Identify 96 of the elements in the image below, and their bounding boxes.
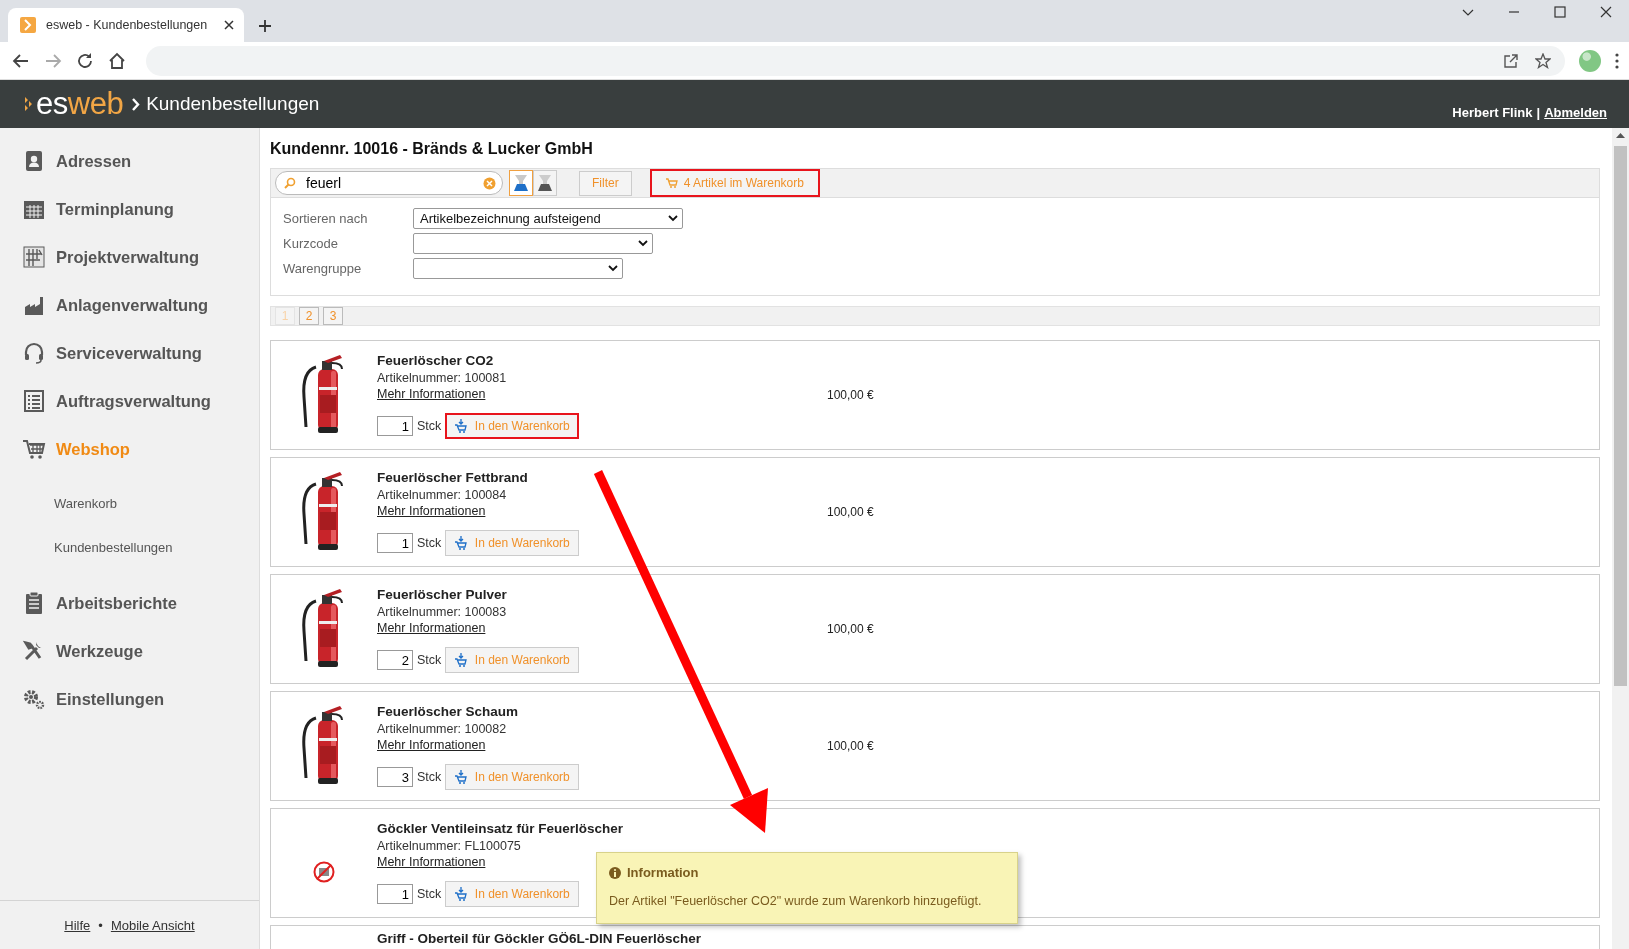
dropdown[interactable] xyxy=(413,233,653,254)
gears-icon xyxy=(22,687,46,711)
product-name: Feuerlöscher Fettbrand xyxy=(377,470,529,485)
info-icon xyxy=(609,866,621,879)
chevron-down-icon xyxy=(668,215,678,222)
quantity-field[interactable]: 1 xyxy=(377,416,413,436)
maximize-icon[interactable] xyxy=(1554,6,1566,18)
product-name: Feuerlöscher CO2 xyxy=(377,353,495,368)
reload-icon[interactable] xyxy=(76,51,94,70)
article-number: Artikelnummer: FL100075 xyxy=(377,839,522,853)
menu-icon[interactable] xyxy=(1615,52,1619,69)
field-label: Warengruppe xyxy=(283,261,363,276)
more-info-link[interactable]: Mehr Informationen xyxy=(377,504,486,518)
list-icon xyxy=(22,389,46,413)
more-info-link[interactable]: Mehr Informationen xyxy=(377,387,486,401)
dropdown[interactable]: Artikelbezeichnung aufsteigend xyxy=(413,208,683,229)
sidebar-item[interactable]: Arbeitsberichte xyxy=(0,579,259,627)
plus-icon[interactable] xyxy=(258,19,272,33)
field-label: Sortieren nach xyxy=(283,211,369,226)
sidebar-item[interactable]: Adressen xyxy=(0,137,259,185)
chevron-down-icon xyxy=(608,265,618,272)
quantity-field[interactable]: 2 xyxy=(377,650,413,670)
sidebar-item[interactable]: Projektverwaltung xyxy=(0,233,259,281)
sidebar-subitem[interactable]: Warenkorb xyxy=(0,481,259,525)
footer-link[interactable]: Mobile Ansicht xyxy=(110,917,195,933)
scrollbar[interactable] xyxy=(1612,128,1629,949)
product-name: Göckler Ventileinsatz für Feuerlöscher xyxy=(377,821,625,836)
close-icon[interactable] xyxy=(1600,6,1612,18)
chevron-right-icon xyxy=(131,96,141,112)
more-info-link[interactable]: Mehr Informationen xyxy=(377,855,486,869)
headset-icon xyxy=(22,341,46,365)
product-name: Feuerlöscher Pulver xyxy=(377,587,508,602)
cart-icon xyxy=(454,770,467,784)
article-number: Artikelnummer: 100083 xyxy=(377,605,508,619)
cart-icon xyxy=(22,437,46,461)
article-number: Artikelnummer: 100082 xyxy=(377,722,508,736)
dropdown[interactable] xyxy=(413,258,623,279)
logout-link[interactable]: Abmelden xyxy=(1544,105,1607,120)
share-icon[interactable] xyxy=(1503,52,1519,69)
footer-link[interactable]: Hilfe xyxy=(64,917,91,933)
cart-icon xyxy=(454,887,467,901)
more-info-link[interactable]: Mehr Informationen xyxy=(377,738,486,752)
funnel-icon xyxy=(536,174,554,192)
product-name: Griff - Oberteil für Göckler GÖ6L-DIN Feuerlöscher xyxy=(377,930,703,946)
quantity-field[interactable]: 1 xyxy=(377,884,413,904)
sidebar-subitem[interactable]: Kundenbestellungen xyxy=(0,525,259,569)
article-number: Artikelnummer: 100084 xyxy=(377,488,508,502)
search-icon xyxy=(284,177,296,189)
no-image-icon xyxy=(313,861,335,883)
funnel-toggle[interactable] xyxy=(509,170,533,196)
cart-icon xyxy=(454,536,467,550)
quantity-field[interactable]: 1 xyxy=(377,533,413,553)
chevron-down-icon xyxy=(638,240,648,247)
price: 100,00 € xyxy=(827,388,874,402)
price: 100,00 € xyxy=(827,622,874,636)
price: 100,00 € xyxy=(827,505,874,519)
sidebar-item[interactable]: Einstellungen xyxy=(0,675,259,723)
separator: | xyxy=(1536,105,1541,120)
unit-label: Stck xyxy=(417,419,442,433)
back-icon[interactable] xyxy=(12,51,30,70)
funnel-toggle[interactable] xyxy=(533,170,557,196)
search-field[interactable]: feuerl xyxy=(275,171,503,195)
sidebar-item[interactable]: Werkzeuge xyxy=(0,627,259,675)
customer-heading: Kundennr. 10016 - Bränds & Lucker GmbH xyxy=(270,140,594,158)
product-name: Feuerlöscher Schaum xyxy=(377,704,520,719)
logo-icon xyxy=(24,96,34,112)
close-icon[interactable] xyxy=(224,20,234,30)
unit-label: Stck xyxy=(417,887,442,901)
toast-message: Der Artikel "Feuerlöscher CO2" wurde zum Warenkorb hinzugefügt. xyxy=(609,894,983,908)
sidebar-item[interactable]: Serviceverwaltung xyxy=(0,329,259,377)
unit-label: Stck xyxy=(417,536,442,550)
funnel-icon xyxy=(512,174,530,192)
star-icon[interactable] xyxy=(1535,52,1551,69)
field-label: Kurzcode xyxy=(283,236,339,251)
scroll-up-icon[interactable] xyxy=(1616,132,1625,138)
price: 100,00 € xyxy=(827,739,874,753)
grid-chart-icon xyxy=(22,245,46,269)
cart-icon xyxy=(454,653,467,667)
more-info-link[interactable]: Mehr Informationen xyxy=(377,621,486,635)
toast-title: Information xyxy=(627,865,699,880)
sidebar-item[interactable]: Terminplanung xyxy=(0,185,259,233)
page-title: Kundenbestellungen xyxy=(146,93,320,115)
sidebar-item[interactable]: Auftragsverwaltung xyxy=(0,377,259,425)
article-number: Artikelnummer: 100081 xyxy=(377,371,508,385)
unit-label: Stck xyxy=(417,653,442,667)
logo: esweb xyxy=(36,86,124,122)
separator: • xyxy=(98,917,103,933)
cart-icon xyxy=(665,178,678,188)
cart-icon xyxy=(454,419,467,433)
quantity-field[interactable]: 3 xyxy=(377,767,413,787)
user-name: Herbert Flink xyxy=(1452,105,1533,120)
unit-label: Stck xyxy=(417,770,442,784)
home-icon[interactable] xyxy=(108,51,126,70)
search-input[interactable]: feuerl xyxy=(304,174,475,192)
favicon-icon xyxy=(20,17,36,33)
sidebar-item[interactable]: Anlagenverwaltung xyxy=(0,281,259,329)
